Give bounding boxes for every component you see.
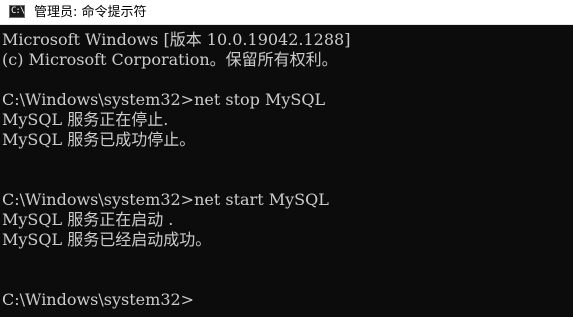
cmd-icon[interactable]: C:\	[9, 5, 25, 18]
window-titlebar[interactable]: C:\ 管理员: 命令提示符	[0, 0, 573, 25]
cmd-icon-glyph: C:\	[11, 6, 25, 16]
window-title: 管理员: 命令提示符	[34, 5, 147, 20]
console-line: C:\Windows\system32>net stop MySQL	[2, 90, 326, 109]
console-line: (c) Microsoft Corporation。保留所有权利。	[2, 50, 338, 69]
console-output[interactable]: Microsoft Windows [版本 10.0.19042.1288] (…	[0, 25, 573, 317]
console-line: Microsoft Windows [版本 10.0.19042.1288]	[2, 30, 351, 49]
console-line: MySQL 服务正在启动 .	[2, 210, 174, 229]
console-prompt[interactable]: C:\Windows\system32>	[2, 290, 194, 310]
console-line: MySQL 服务已经启动成功。	[2, 230, 212, 249]
console-line: MySQL 服务正在停止.	[2, 110, 169, 129]
console-line: C:\Windows\system32>net start MySQL	[2, 190, 329, 209]
console-line: MySQL 服务已成功停止。	[2, 130, 196, 149]
